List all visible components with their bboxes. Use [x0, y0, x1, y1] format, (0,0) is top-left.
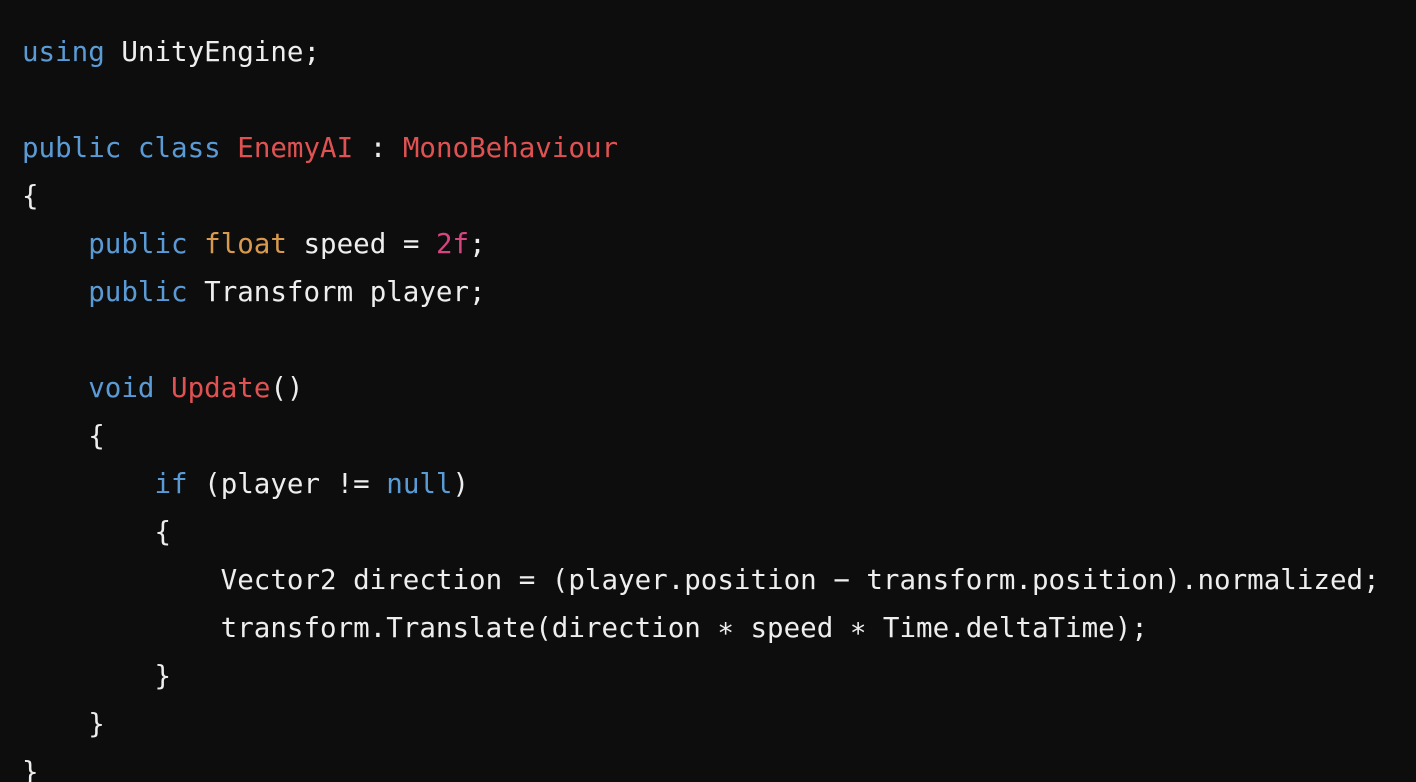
code-line: {	[22, 172, 1380, 220]
code-text: {	[22, 180, 39, 212]
type-token: float	[204, 228, 287, 260]
code-text: {	[22, 516, 172, 548]
code-text: ;	[469, 228, 486, 260]
code-line: public float speed = 2f;	[22, 220, 1380, 268]
code-text: speed =	[286, 228, 436, 260]
code-text: (player !=	[187, 468, 387, 500]
code-text: )	[452, 468, 470, 500]
code-line: public class EnemyAI : MonoBehaviour	[22, 124, 1380, 172]
code-text: Vector2 direction = (player.position − t…	[22, 564, 1380, 596]
code-line: public Transform player;	[22, 268, 1380, 316]
code-text: UnityEngine;	[104, 36, 321, 68]
code-block[interactable]: using UnityEngine; public class EnemyAI …	[22, 28, 1380, 782]
code-line: if (player != null)	[22, 460, 1380, 508]
class-name-token: MonoBehaviour	[402, 132, 619, 164]
keyword-token: null	[386, 468, 453, 500]
code-text: {	[22, 420, 105, 452]
keyword-token: public	[88, 228, 188, 260]
keyword-token: if	[154, 468, 188, 500]
class-name-token: Update	[171, 372, 271, 404]
code-text: }	[22, 756, 39, 782]
code-text: ()	[270, 372, 304, 404]
code-line: {	[22, 412, 1380, 460]
code-line: Vector2 direction = (player.position − t…	[22, 556, 1380, 604]
keyword-token: void	[88, 372, 155, 404]
number-literal: 2f	[435, 228, 470, 260]
code-text: }	[22, 660, 172, 692]
code-line: }	[22, 700, 1380, 748]
keyword-token: public	[88, 276, 188, 308]
code-text: transform.Translate(direction ∗ speed ∗ …	[22, 612, 1148, 644]
code-line: using UnityEngine;	[22, 28, 1380, 76]
keyword-token: using	[22, 36, 105, 68]
keyword-token: public	[22, 132, 122, 164]
code-line: }	[22, 748, 1380, 782]
code-text: }	[22, 708, 105, 740]
code-line: }	[22, 652, 1380, 700]
code-line: {	[22, 508, 1380, 556]
code-line: void Update()	[22, 364, 1380, 412]
code-editor[interactable]: using UnityEngine; public class EnemyAI …	[0, 0, 1416, 782]
class-name-token: EnemyAI	[237, 132, 354, 164]
code-text: Transform player;	[187, 276, 486, 308]
code-text: :	[353, 132, 403, 164]
keyword-token: class	[137, 132, 221, 164]
code-line: transform.Translate(direction ∗ speed ∗ …	[22, 604, 1380, 652]
